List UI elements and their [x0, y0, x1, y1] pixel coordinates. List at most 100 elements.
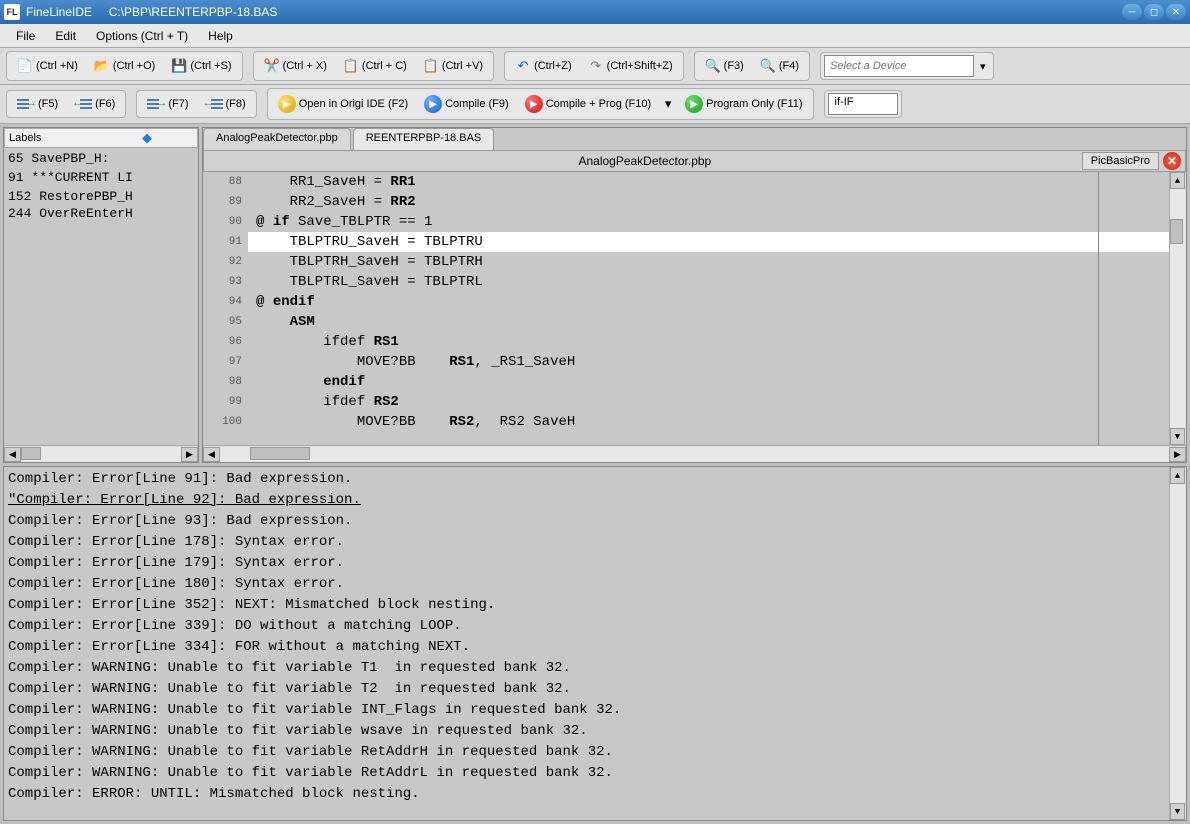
- editor-tab[interactable]: REENTERPBP-18.BAS: [353, 128, 495, 150]
- editor-scroll-left-button[interactable]: ◀: [203, 447, 220, 462]
- indent-left-f5-button[interactable]: → (F5): [10, 93, 65, 115]
- code-line[interactable]: ifdef RS2: [248, 392, 1169, 412]
- indent-f8-button[interactable]: ← (F8): [198, 93, 253, 115]
- code-line[interactable]: MOVE?BB RS1, _RS1_SaveH: [248, 352, 1169, 372]
- redo-button[interactable]: ↷ (Ctrl+Shift+Z): [581, 54, 680, 78]
- undo-button[interactable]: ↶ (Ctrl+Z): [508, 54, 579, 78]
- scroll-left-button[interactable]: ◀: [4, 447, 21, 462]
- open-button[interactable]: 📂 (Ctrl +O): [87, 54, 162, 78]
- code-line[interactable]: RR1_SaveH = RR1: [248, 172, 1169, 192]
- code-line[interactable]: TBLPTRU_SaveH = TBLPTRU: [248, 232, 1169, 252]
- paste-button[interactable]: 📋 (Ctrl +V): [416, 54, 490, 78]
- editor-vscroll[interactable]: ▲ ▼: [1169, 172, 1186, 445]
- cut-button[interactable]: ✂️ (Ctrl + X): [257, 54, 334, 78]
- toolbar-row-2: → (F5) ← (F6) → (F7) ← (F8) ▶ Open in Or…: [0, 85, 1190, 124]
- code-line[interactable]: TBLPTRL_SaveH = TBLPTRL: [248, 272, 1169, 292]
- code-line[interactable]: RR2_SaveH = RR2: [248, 192, 1169, 212]
- compile-button[interactable]: ▶ Compile (F9): [417, 91, 516, 117]
- app-icon: FL: [4, 4, 20, 20]
- close-window-button[interactable]: ✕: [1166, 4, 1186, 20]
- scroll-right-button[interactable]: ▶: [181, 447, 198, 462]
- scroll-track[interactable]: [21, 447, 181, 462]
- device-combo[interactable]: [824, 55, 974, 77]
- f7-label: (F7): [168, 98, 188, 110]
- dropdown-menu-icon[interactable]: ▾: [660, 96, 676, 112]
- indent-right-f6-button[interactable]: ← (F6): [67, 93, 122, 115]
- editor-scroll-right-button[interactable]: ▶: [1169, 447, 1186, 462]
- code-line[interactable]: TBLPTRH_SaveH = TBLPTRH: [248, 252, 1169, 272]
- output-line[interactable]: Compiler: Error[Line 91]: Bad expression…: [8, 469, 1165, 490]
- find-next-button[interactable]: 🔍 (F4): [753, 54, 806, 78]
- labels-list-item[interactable]: 65 SavePBP_H:: [6, 150, 196, 167]
- output-line[interactable]: Compiler: ERROR: UNTIL: Mismatched block…: [8, 784, 1165, 805]
- code-line[interactable]: MOVE?BB RS2, RS2 SaveH: [248, 412, 1169, 432]
- output-line[interactable]: Compiler: WARNING: Unable to fit variabl…: [8, 763, 1165, 784]
- device-dropdown-arrow[interactable]: ▾: [976, 60, 990, 73]
- close-file-button[interactable]: ✕: [1163, 152, 1181, 170]
- output-line[interactable]: Compiler: WARNING: Unable to fit variabl…: [8, 658, 1165, 679]
- editor-scroll-track[interactable]: [220, 447, 1169, 462]
- output-line[interactable]: Compiler: Error[Line 339]: DO without a …: [8, 616, 1165, 637]
- editor-scroll-thumb[interactable]: [250, 447, 310, 460]
- code-line[interactable]: @ if Save_TBLPTR == 1: [248, 212, 1169, 232]
- menu-edit[interactable]: Edit: [45, 26, 86, 46]
- copy-button[interactable]: 📋 (Ctrl + C): [336, 54, 414, 78]
- code-line[interactable]: ASM: [248, 312, 1169, 332]
- save-button[interactable]: 💾 (Ctrl +S): [164, 54, 238, 78]
- indent-f7-button[interactable]: → (F7): [140, 93, 195, 115]
- code-line[interactable]: @ endif: [248, 292, 1169, 312]
- code-line[interactable]: endif: [248, 372, 1169, 392]
- vscroll-up-button[interactable]: ▲: [1170, 172, 1185, 189]
- program-only-button[interactable]: ▶ Program Only (F11): [678, 91, 809, 117]
- output-vscroll-down-button[interactable]: ▼: [1170, 803, 1185, 820]
- scroll-thumb[interactable]: [21, 447, 41, 460]
- open-button-label: (Ctrl +O): [113, 60, 155, 72]
- labels-hscroll[interactable]: ◀ ▶: [4, 445, 198, 462]
- maximize-button[interactable]: ◻: [1144, 4, 1164, 20]
- open-origi-button[interactable]: ▶ Open in Origi IDE (F2): [271, 91, 415, 117]
- indent-left-icon: →: [17, 97, 35, 111]
- output-line[interactable]: Compiler: Error[Line 93]: Bad expression…: [8, 511, 1165, 532]
- output-line[interactable]: "Compiler: Error[Line 92]: Bad expressio…: [8, 490, 1165, 511]
- output-line[interactable]: Compiler: Error[Line 178]: Syntax error.: [8, 532, 1165, 553]
- vscroll-thumb[interactable]: [1170, 219, 1183, 244]
- open-folder-icon: 📂: [94, 58, 110, 74]
- code-editor[interactable]: 888990919293949596979899100 RR1_SaveH = …: [203, 172, 1186, 445]
- output-line[interactable]: Compiler: Error[Line 352]: NEXT: Mismatc…: [8, 595, 1165, 616]
- labels-header[interactable]: Labels ◆: [4, 128, 198, 148]
- labels-list-item[interactable]: 152 RestorePBP_H: [6, 188, 196, 205]
- output-line[interactable]: Compiler: WARNING: Unable to fit variabl…: [8, 700, 1165, 721]
- menu-options[interactable]: Options (Ctrl + T): [86, 26, 198, 46]
- labels-dropdown-icon[interactable]: ◆: [101, 130, 193, 146]
- labels-list-item[interactable]: 91 ***CURRENT LI: [6, 169, 196, 186]
- output-line[interactable]: Compiler: WARNING: Unable to fit variabl…: [8, 721, 1165, 742]
- output-line[interactable]: Compiler: WARNING: Unable to fit variabl…: [8, 742, 1165, 763]
- menu-file[interactable]: File: [6, 26, 45, 46]
- new-button[interactable]: 📄 (Ctrl +N): [10, 54, 85, 78]
- code-line[interactable]: ifdef RS1: [248, 332, 1169, 352]
- find-button[interactable]: 🔍 (F3): [698, 54, 751, 78]
- vscroll-down-button[interactable]: ▼: [1170, 428, 1185, 445]
- menu-help[interactable]: Help: [198, 26, 243, 46]
- output-line[interactable]: Compiler: Error[Line 334]: FOR without a…: [8, 637, 1165, 658]
- output-vscroll[interactable]: ▲ ▼: [1169, 467, 1186, 820]
- minimize-button[interactable]: ─: [1122, 4, 1142, 20]
- editor-hscroll[interactable]: ◀ ▶: [203, 445, 1186, 462]
- labels-pane: Labels ◆ 65 SavePBP_H: 91 ***CURRENT LI 15…: [3, 127, 199, 463]
- output-line[interactable]: Compiler: Error[Line 180]: Syntax error.: [8, 574, 1165, 595]
- output-line[interactable]: Compiler: WARNING: Unable to fit variabl…: [8, 679, 1165, 700]
- toolbar-row-1: 📄 (Ctrl +N) 📂 (Ctrl +O) 💾 (Ctrl +S) ✂️ (…: [0, 48, 1190, 85]
- output-vscroll-up-button[interactable]: ▲: [1170, 467, 1185, 484]
- vscroll-track[interactable]: [1170, 189, 1185, 428]
- output-lines[interactable]: Compiler: Error[Line 91]: Bad expression…: [4, 467, 1169, 820]
- labels-list[interactable]: 65 SavePBP_H: 91 ***CURRENT LI 152 Restore…: [4, 148, 198, 445]
- output-vscroll-track[interactable]: [1170, 484, 1185, 803]
- compile-prog-button[interactable]: ▶ Compile + Prog (F10): [518, 91, 658, 117]
- editor-tab[interactable]: AnalogPeakDetector.pbp: [203, 128, 351, 150]
- code-content[interactable]: RR1_SaveH = RR1 RR2_SaveH = RR2@ if Save…: [248, 172, 1169, 445]
- compiler-output-pane[interactable]: Compiler: Error[Line 91]: Bad expression…: [3, 466, 1187, 821]
- output-line[interactable]: Compiler: Error[Line 179]: Syntax error.: [8, 553, 1165, 574]
- labels-list-item[interactable]: 244 OverReEnterH: [6, 205, 196, 222]
- copy-button-label: (Ctrl + C): [362, 60, 407, 72]
- device-input[interactable]: [830, 60, 973, 72]
